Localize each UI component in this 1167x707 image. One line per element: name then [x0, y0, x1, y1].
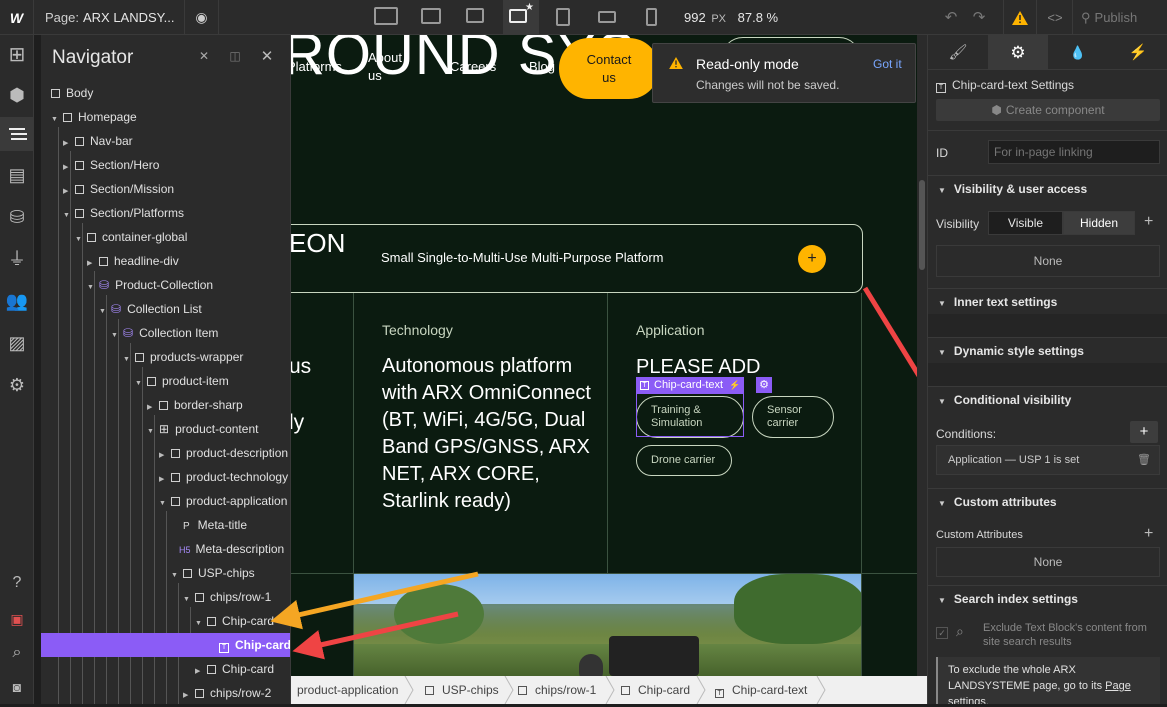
settings-word: settings.: [948, 696, 989, 704]
style-manager-drops-icon[interactable]: 💧: [1048, 35, 1108, 70]
section-dynamic-style[interactable]: ▼ Dynamic style settings: [928, 337, 1167, 363]
visibility-label: Visibility: [936, 217, 980, 231]
caret-down-icon: ▼: [938, 186, 946, 195]
caret-down-icon: ▼: [938, 499, 946, 508]
visibility-visible-button[interactable]: Visible: [988, 211, 1063, 235]
search-exclude-icon: ⌕: [956, 623, 964, 639]
create-component-button[interactable]: ⬢ Create component: [936, 99, 1160, 121]
section-label: Custom attributes: [953, 495, 1057, 509]
crumb-label: USP-chips: [442, 683, 499, 697]
caret-down-icon: ▼: [938, 397, 946, 406]
section-label: Dynamic style settings: [953, 344, 1084, 358]
settings-gear-icon[interactable]: ⚙: [988, 35, 1048, 70]
panel-tabs: 🖌 ⚙ 💧 ⚡: [928, 35, 1167, 70]
element-settings-title: T Chip-card-text Settings: [936, 78, 1074, 93]
id-field[interactable]: [988, 140, 1160, 164]
component-icon: ⬢: [991, 103, 1002, 117]
canvas-scrollbar[interactable]: [917, 35, 927, 704]
section-search-index[interactable]: ▼ Search index settings: [928, 585, 1167, 611]
id-label: ID: [936, 146, 948, 160]
none-label: None: [1033, 254, 1063, 268]
condition-label: Application — USP 1 is set: [948, 454, 1080, 466]
breadcrumb-chip-card-text[interactable]: T Chip-card-text: [715, 676, 807, 704]
crumb-label: product-application: [297, 683, 399, 697]
crumb-label: Chip-card: [638, 683, 691, 697]
section-label: Conditional visibility: [953, 393, 1072, 407]
caret-down-icon: ▼: [938, 596, 946, 605]
visibility-none-box[interactable]: None: [936, 245, 1160, 277]
create-component-label: Create component: [1005, 103, 1105, 117]
add-attribute-icon[interactable]: +: [1144, 525, 1153, 543]
crumb-label: Chip-card-text: [732, 683, 808, 697]
attributes-none-box[interactable]: None: [936, 547, 1160, 577]
interactions-bolt-icon[interactable]: ⚡: [1108, 35, 1167, 70]
crumb-label: chips/row-1: [535, 683, 597, 697]
conditions-label: Conditions:: [936, 427, 997, 441]
trash-icon[interactable]: 🗑: [1137, 446, 1151, 474]
exclude-note-box: To exclude the whole ARX LANDSYSTEME pag…: [936, 657, 1160, 704]
caret-down-icon: ▼: [938, 348, 946, 357]
breadcrumb-usp-chips[interactable]: USP-chips: [425, 676, 499, 704]
section-label: Inner text settings: [953, 295, 1058, 309]
settings-panel: 🖌 ⚙ 💧 ⚡ T Chip-card-text Settings ⬢ Create…: [927, 35, 1167, 704]
text-block-icon: T: [715, 689, 724, 698]
add-condition-button[interactable]: +: [1130, 421, 1158, 443]
breadcrumb-chips-row-1[interactable]: chips/row-1: [518, 676, 596, 704]
visibility-hidden-button[interactable]: Hidden: [1063, 211, 1135, 235]
section-visibility[interactable]: ▼ Visibility & user access: [928, 175, 1167, 201]
red-arrow-chip-card-text: [292, 611, 459, 660]
exclude-text: Exclude Text Block's content from site s…: [983, 622, 1147, 648]
text-block-icon: T: [936, 83, 946, 93]
settings-title-label: Chip-card-text Settings: [952, 78, 1075, 92]
exclude-checkbox[interactable]: ✓: [936, 627, 948, 639]
hidden-label: Hidden: [1079, 216, 1119, 230]
section-custom-attributes[interactable]: ▼ Custom attributes: [928, 488, 1167, 514]
section-inner-text[interactable]: ▼ Inner text settings: [928, 288, 1167, 314]
section-label: Visibility & user access: [953, 182, 1088, 196]
page-settings-link[interactable]: Page: [1105, 680, 1131, 692]
orange-arrow-chip-card: [270, 571, 479, 630]
section-label: Search index settings: [953, 592, 1078, 606]
add-visibility-icon[interactable]: +: [1144, 213, 1153, 231]
condition-item[interactable]: Application — USP 1 is set 🗑: [936, 445, 1160, 475]
caret-down-icon: ▼: [938, 299, 946, 308]
breadcrumb: product-application USP-chips chips/row-…: [291, 675, 927, 705]
exclude-note-text: To exclude the whole ARX LANDSYSTEME pag…: [948, 664, 1103, 692]
breadcrumb-product-application[interactable]: product-application: [297, 676, 398, 704]
section-conditional-visibility[interactable]: ▼ Conditional visibility: [928, 386, 1167, 412]
custom-attributes-label: Custom Attributes: [936, 529, 1023, 541]
none-label: None: [1033, 555, 1063, 569]
style-brush-icon[interactable]: 🖌: [928, 35, 988, 70]
visible-label: Visible: [1007, 216, 1044, 230]
breadcrumb-chip-card[interactable]: Chip-card: [621, 676, 690, 704]
